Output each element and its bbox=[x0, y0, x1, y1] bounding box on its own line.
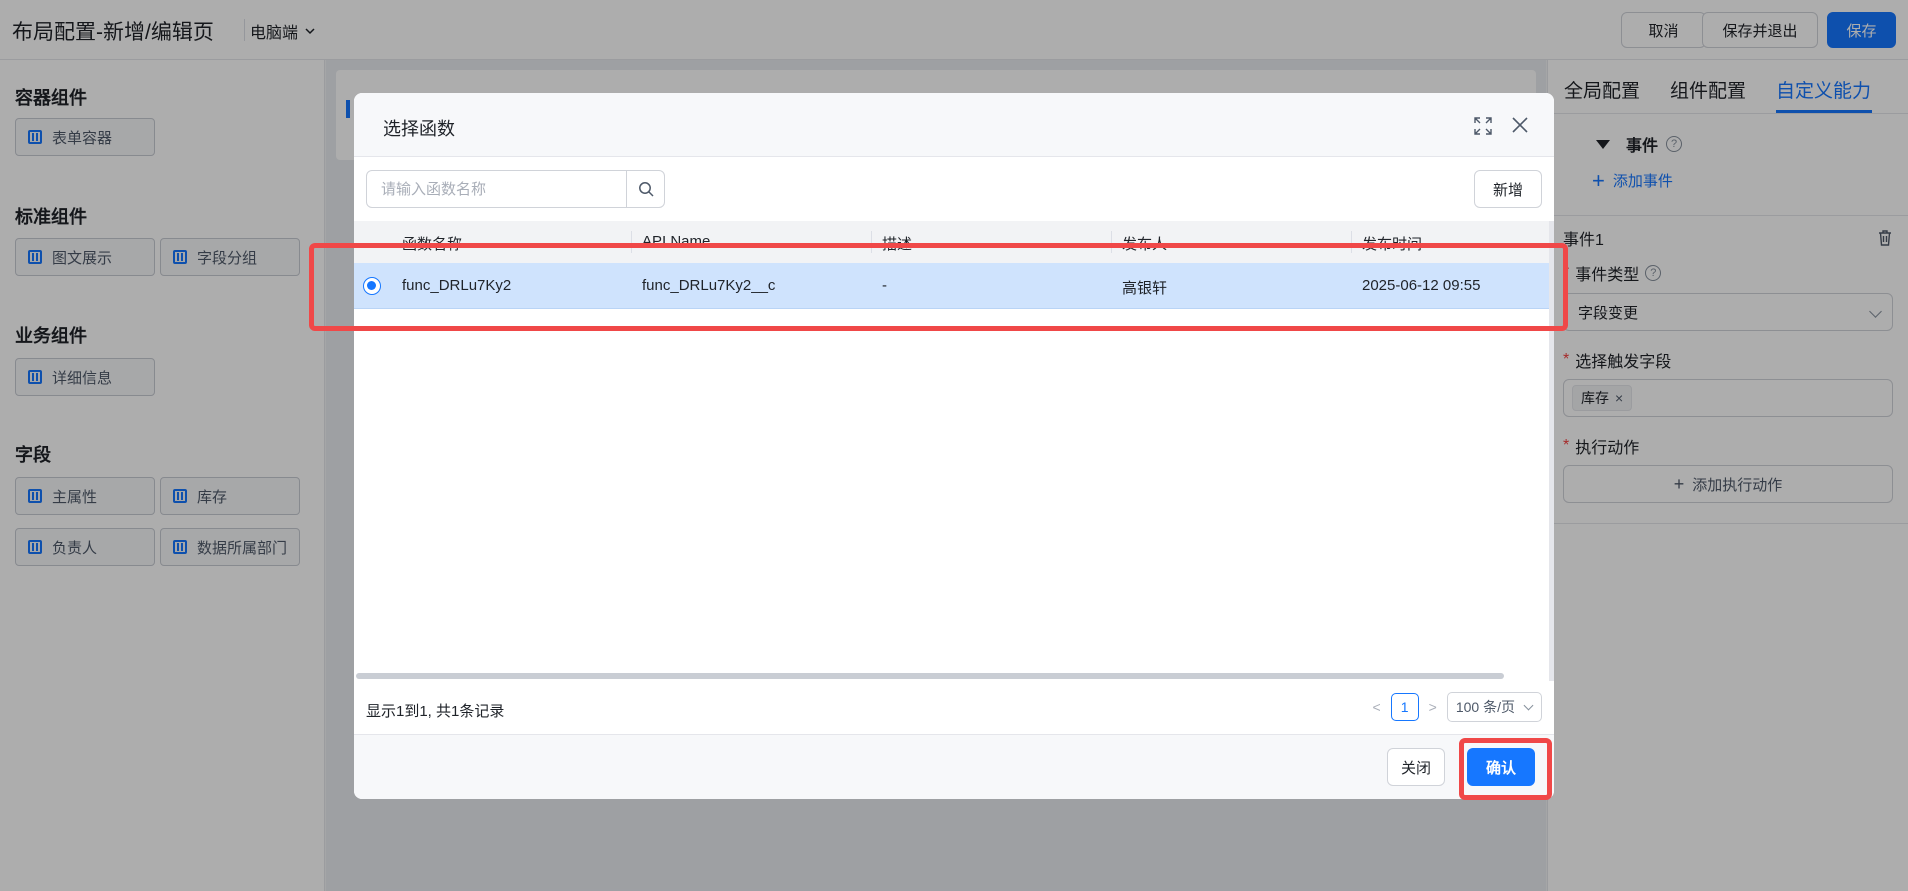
row-highlight-box bbox=[309, 243, 1568, 331]
chevron-down-icon bbox=[1523, 700, 1534, 711]
prev-page-icon[interactable]: < bbox=[1372, 699, 1380, 715]
modal-footer bbox=[354, 734, 1554, 799]
search-input[interactable] bbox=[367, 171, 627, 207]
expand-icon[interactable] bbox=[1474, 117, 1492, 135]
modal-header: 选择函数 bbox=[354, 93, 1554, 157]
confirm-highlight-box bbox=[1459, 738, 1552, 800]
search-button[interactable] bbox=[626, 171, 664, 207]
next-page-icon[interactable]: > bbox=[1429, 699, 1437, 715]
modal-title: 选择函数 bbox=[383, 119, 455, 139]
search-icon bbox=[638, 182, 654, 197]
function-search bbox=[366, 170, 665, 208]
horizontal-scrollbar[interactable] bbox=[356, 673, 1504, 679]
pagination: < 1 > 100 条/页 bbox=[1372, 692, 1542, 722]
select-function-modal: 选择函数 新增 函数名称 API Name 描述 发布人 发布时间 func_D… bbox=[354, 93, 1554, 799]
new-function-button[interactable]: 新增 bbox=[1474, 170, 1542, 208]
page-size-value: 100 条/页 bbox=[1455, 699, 1515, 715]
page-number[interactable]: 1 bbox=[1390, 693, 1419, 721]
close-button[interactable]: 关闭 bbox=[1387, 748, 1445, 786]
close-icon[interactable] bbox=[1510, 115, 1530, 135]
page-size-select[interactable]: 100 条/页 bbox=[1446, 692, 1542, 722]
record-info: 显示1到1, 共1条记录 bbox=[366, 703, 505, 720]
